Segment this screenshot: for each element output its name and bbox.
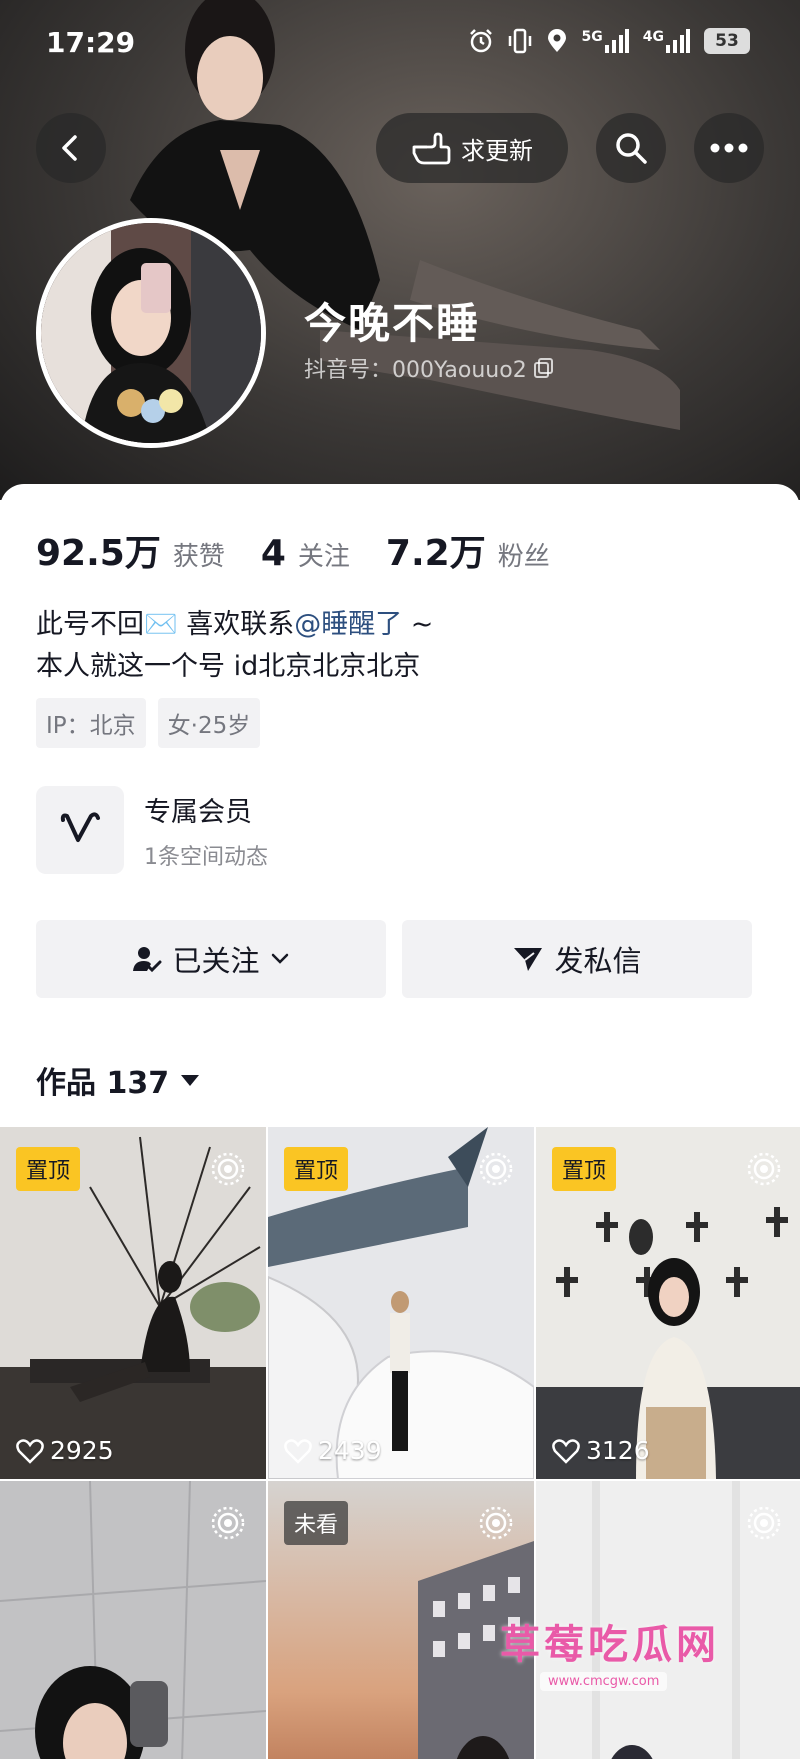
profile-card: 92.5万 获赞 4 关注 7.2万 粉丝 此号不回✉️ 喜欢联系@睡醒了 ~ … [0, 484, 800, 1759]
heart-icon [552, 1438, 580, 1464]
video-tile[interactable]: 置顶 2439 [268, 1127, 534, 1479]
bio-mention-link[interactable]: @睡醒了 [294, 609, 402, 640]
bio-line-1: 此号不回✉️ 喜欢联系@睡醒了 ~ [36, 604, 433, 646]
profile-header: 17:29 5G 4G 53 求更新 今晚不睡 抖音号：000Yaouuo2 [0, 0, 800, 500]
caret-down-icon [181, 1075, 200, 1086]
status-icons: 5G 4G 53 [468, 28, 750, 54]
bio-line-1-suffix: ~ [402, 609, 434, 640]
chevron-down-icon [271, 953, 288, 964]
avatar-photo [41, 223, 261, 443]
back-button[interactable] [36, 113, 106, 183]
more-dots-icon [710, 143, 748, 153]
followed-button[interactable]: 已关注 [36, 920, 386, 998]
tag-gender-age: 女·25岁 [157, 698, 261, 748]
stat-followers-label[interactable]: 粉丝 [498, 536, 550, 573]
request-update-label: 求更新 [461, 136, 533, 165]
signal-5g-icon: 5G [582, 29, 629, 53]
member-text: 专属会员 1条空间动态 [144, 790, 268, 871]
signal-4g-icon: 4G [643, 29, 690, 53]
live-ring-icon [747, 1152, 781, 1186]
stat-following-value[interactable]: 4 [261, 533, 286, 574]
followed-label: 已关注 [172, 944, 260, 978]
bio-line-1-prefix: 此号不回✉️ 喜欢联系 [36, 609, 295, 640]
works-tab-label: 作品 137 [36, 1066, 170, 1101]
stats-row: 92.5万 获赞 4 关注 7.2万 粉丝 [36, 524, 586, 576]
watermark-text: 草莓吃瓜网 [500, 1622, 720, 1668]
nickname: 今晚不睡 [304, 299, 481, 348]
stat-following-label[interactable]: 关注 [298, 536, 350, 573]
unseen-badge: 未看 [284, 1501, 349, 1545]
search-button[interactable] [596, 113, 666, 183]
stat-likes-value[interactable]: 92.5万 [36, 524, 161, 576]
heart-icon [16, 1438, 44, 1464]
like-count: 3126 [552, 1436, 650, 1465]
heart-icon [284, 1438, 312, 1464]
live-ring-icon [479, 1152, 513, 1186]
send-message-icon [514, 948, 543, 971]
member-subtitle: 1条空间动态 [144, 844, 268, 870]
site-watermark: 草莓吃瓜网 www.cmcgw.com [500, 1612, 760, 1691]
copy-icon[interactable] [533, 357, 555, 379]
pinned-badge: 置顶 [552, 1147, 617, 1191]
live-ring-icon [211, 1152, 245, 1186]
avatar[interactable] [36, 218, 266, 448]
pinned-badge: 置顶 [284, 1147, 349, 1191]
request-update-button[interactable]: 求更新 [376, 113, 568, 183]
action-buttons: 已关注 发私信 [36, 920, 752, 998]
watermark-url: www.cmcgw.com [540, 1672, 668, 1691]
video-tile[interactable]: 置顶 2925 [0, 1127, 266, 1479]
alarm-icon [469, 29, 492, 53]
member-v-icon [60, 812, 100, 842]
vibrate-icon [508, 28, 531, 54]
video-tile[interactable]: 未看 [268, 1481, 534, 1759]
like-count: 2925 [16, 1436, 114, 1465]
chevron-left-icon [62, 135, 77, 161]
location-icon [547, 29, 566, 52]
pointing-hand-icon [412, 132, 451, 165]
status-bar: 17:29 5G 4G 53 [0, 0, 800, 90]
live-ring-icon [747, 1506, 781, 1540]
douyin-id: 抖音号：000Yaouuo2 [304, 352, 555, 384]
live-ring-icon [211, 1506, 245, 1540]
signal-5g-label: 5G [581, 29, 603, 45]
bio: 此号不回✉️ 喜欢联系@睡醒了 ~ 本人就这一个号 id北京北京北京 [36, 604, 433, 688]
like-count-value: 3126 [586, 1436, 650, 1465]
member-title: 专属会员 [144, 796, 252, 828]
send-message-button[interactable]: 发私信 [402, 920, 752, 998]
user-check-icon [133, 947, 162, 973]
video-tile[interactable] [0, 1481, 266, 1759]
live-ring-icon [479, 1506, 513, 1540]
member-logo [36, 786, 124, 874]
pinned-badge: 置顶 [16, 1147, 81, 1191]
search-icon [616, 133, 647, 164]
works-tab[interactable]: 作品 137 [36, 1058, 201, 1102]
like-count-value: 2925 [50, 1436, 114, 1465]
more-button[interactable] [694, 113, 764, 183]
send-message-label: 发私信 [554, 944, 642, 978]
stat-followers-value[interactable]: 7.2万 [386, 524, 486, 576]
battery-icon: 53 [704, 28, 750, 54]
like-count-value: 2439 [318, 1436, 382, 1465]
video-tile[interactable]: 置顶 3126 [536, 1127, 800, 1479]
douyin-id-text: 抖音号：000Yaouuo2 [304, 358, 527, 383]
like-count: 2439 [284, 1436, 382, 1465]
stat-likes-label[interactable]: 获赞 [173, 536, 225, 573]
tag-ip-location: IP：北京 [36, 698, 146, 748]
status-time: 17:29 [46, 26, 136, 59]
profile-tags: IP：北京 女·25岁 [36, 698, 261, 748]
bio-line-2: 本人就这一个号 id北京北京北京 [36, 651, 421, 682]
exclusive-member-entry[interactable]: 专属会员 1条空间动态 [36, 786, 268, 874]
signal-4g-label: 4G [642, 29, 664, 45]
